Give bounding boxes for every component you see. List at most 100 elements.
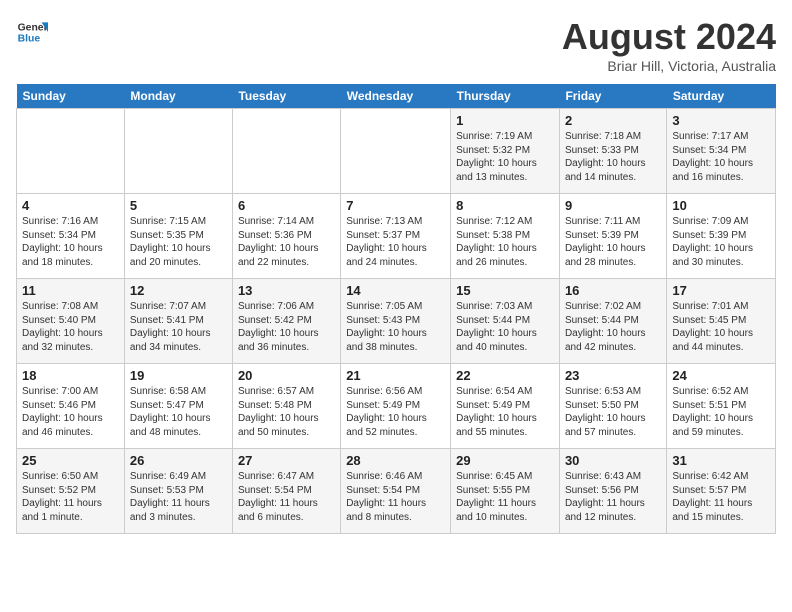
day-number: 20 bbox=[238, 368, 335, 383]
day-number: 26 bbox=[130, 453, 227, 468]
day-number: 25 bbox=[22, 453, 119, 468]
day-info: Sunrise: 6:58 AM Sunset: 5:47 PM Dayligh… bbox=[130, 385, 227, 439]
calendar-week-row: 4 Sunrise: 7:16 AM Sunset: 5:34 PM Daylig… bbox=[17, 194, 776, 279]
logo-icon: General Blue bbox=[16, 16, 48, 48]
weekday-header-friday: Friday bbox=[559, 84, 666, 109]
calendar-cell: 20 Sunrise: 6:57 AM Sunset: 5:48 PM Dayli… bbox=[232, 364, 340, 449]
day-info: Sunrise: 7:06 AM Sunset: 5:42 PM Dayligh… bbox=[238, 300, 335, 354]
day-number: 17 bbox=[672, 283, 770, 298]
weekday-header-tuesday: Tuesday bbox=[232, 84, 340, 109]
day-number: 24 bbox=[672, 368, 770, 383]
calendar-cell: 25Sunrise: 6:50 AM Sunset: 5:52 PM Dayli… bbox=[17, 449, 125, 534]
day-number: 15 bbox=[456, 283, 554, 298]
calendar-cell: 24 Sunrise: 6:52 AM Sunset: 5:51 PM Dayli… bbox=[667, 364, 776, 449]
calendar-cell: 4 Sunrise: 7:16 AM Sunset: 5:34 PM Daylig… bbox=[17, 194, 125, 279]
calendar-cell: 15 Sunrise: 7:03 AM Sunset: 5:44 PM Dayli… bbox=[451, 279, 560, 364]
month-title: August 2024 bbox=[562, 16, 776, 58]
day-number: 14 bbox=[346, 283, 445, 298]
day-info: Sunrise: 7:05 AM Sunset: 5:43 PM Dayligh… bbox=[346, 300, 445, 354]
day-number: 9 bbox=[565, 198, 661, 213]
weekday-header-monday: Monday bbox=[124, 84, 232, 109]
calendar-cell: 11 Sunrise: 7:08 AM Sunset: 5:40 PM Dayli… bbox=[17, 279, 125, 364]
page-header: General Blue August 2024 Briar Hill, Vic… bbox=[16, 16, 776, 74]
calendar-cell: 13 Sunrise: 7:06 AM Sunset: 5:42 PM Dayli… bbox=[232, 279, 340, 364]
title-block: August 2024 Briar Hill, Victoria, Austra… bbox=[562, 16, 776, 74]
day-number: 1 bbox=[456, 113, 554, 128]
calendar-cell: 18 Sunrise: 7:00 AM Sunset: 5:46 PM Dayli… bbox=[17, 364, 125, 449]
calendar-cell: 28 Sunrise: 6:46 AM Sunset: 5:54 PM Dayli… bbox=[341, 449, 451, 534]
day-number: 23 bbox=[565, 368, 661, 383]
day-info: Sunrise: 6:53 AM Sunset: 5:50 PM Dayligh… bbox=[565, 385, 661, 439]
day-info: Sunrise: 7:09 AM Sunset: 5:39 PM Dayligh… bbox=[672, 215, 770, 269]
calendar-cell: 9 Sunrise: 7:11 AM Sunset: 5:39 PM Daylig… bbox=[559, 194, 666, 279]
weekday-header-saturday: Saturday bbox=[667, 84, 776, 109]
day-info: Sunrise: 7:02 AM Sunset: 5:44 PM Dayligh… bbox=[565, 300, 661, 354]
day-info: Sunrise: 7:08 AM Sunset: 5:40 PM Dayligh… bbox=[22, 300, 119, 354]
calendar-cell: 10 Sunrise: 7:09 AM Sunset: 5:39 PM Dayli… bbox=[667, 194, 776, 279]
day-info: Sunrise: 7:16 AM Sunset: 5:34 PM Dayligh… bbox=[22, 215, 119, 269]
weekday-header-wednesday: Wednesday bbox=[341, 84, 451, 109]
calendar-cell: 5Sunrise: 7:15 AM Sunset: 5:35 PM Daylig… bbox=[124, 194, 232, 279]
day-info: Sunrise: 6:47 AM Sunset: 5:54 PM Dayligh… bbox=[238, 470, 335, 524]
day-info: Sunrise: 7:03 AM Sunset: 5:44 PM Dayligh… bbox=[456, 300, 554, 354]
day-info: Sunrise: 7:15 AM Sunset: 5:35 PM Dayligh… bbox=[130, 215, 227, 269]
day-number: 21 bbox=[346, 368, 445, 383]
day-info: Sunrise: 7:01 AM Sunset: 5:45 PM Dayligh… bbox=[672, 300, 770, 354]
calendar-cell bbox=[124, 109, 232, 194]
day-info: Sunrise: 7:17 AM Sunset: 5:34 PM Dayligh… bbox=[672, 130, 770, 184]
calendar-cell: 12Sunrise: 7:07 AM Sunset: 5:41 PM Dayli… bbox=[124, 279, 232, 364]
day-number: 2 bbox=[565, 113, 661, 128]
day-info: Sunrise: 6:46 AM Sunset: 5:54 PM Dayligh… bbox=[346, 470, 445, 524]
day-info: Sunrise: 6:54 AM Sunset: 5:49 PM Dayligh… bbox=[456, 385, 554, 439]
calendar-cell: 19 Sunrise: 6:58 AM Sunset: 5:47 PM Dayli… bbox=[124, 364, 232, 449]
day-info: Sunrise: 7:14 AM Sunset: 5:36 PM Dayligh… bbox=[238, 215, 335, 269]
day-info: Sunrise: 7:12 AM Sunset: 5:38 PM Dayligh… bbox=[456, 215, 554, 269]
calendar-cell: 16 Sunrise: 7:02 AM Sunset: 5:44 PM Dayli… bbox=[559, 279, 666, 364]
day-info: Sunrise: 6:57 AM Sunset: 5:48 PM Dayligh… bbox=[238, 385, 335, 439]
day-number: 31 bbox=[672, 453, 770, 468]
day-number: 4 bbox=[22, 198, 119, 213]
day-info: Sunrise: 6:43 AM Sunset: 5:56 PM Dayligh… bbox=[565, 470, 661, 524]
calendar-cell: 29 Sunrise: 6:45 AM Sunset: 5:55 PM Dayli… bbox=[451, 449, 560, 534]
calendar-cell: 27Sunrise: 6:47 AM Sunset: 5:54 PM Dayli… bbox=[232, 449, 340, 534]
day-info: Sunrise: 7:07 AM Sunset: 5:41 PM Dayligh… bbox=[130, 300, 227, 354]
day-number: 6 bbox=[238, 198, 335, 213]
calendar-week-row: 11 Sunrise: 7:08 AM Sunset: 5:40 PM Dayli… bbox=[17, 279, 776, 364]
day-number: 19 bbox=[130, 368, 227, 383]
calendar-cell: 1 Sunrise: 7:19 AM Sunset: 5:32 PM Daylig… bbox=[451, 109, 560, 194]
calendar-cell: 30 Sunrise: 6:43 AM Sunset: 5:56 PM Dayli… bbox=[559, 449, 666, 534]
logo: General Blue bbox=[16, 16, 48, 48]
calendar-cell bbox=[232, 109, 340, 194]
calendar-cell: 14 Sunrise: 7:05 AM Sunset: 5:43 PM Dayli… bbox=[341, 279, 451, 364]
day-number: 29 bbox=[456, 453, 554, 468]
day-number: 13 bbox=[238, 283, 335, 298]
day-number: 30 bbox=[565, 453, 661, 468]
calendar-week-row: 25Sunrise: 6:50 AM Sunset: 5:52 PM Dayli… bbox=[17, 449, 776, 534]
day-info: Sunrise: 7:00 AM Sunset: 5:46 PM Dayligh… bbox=[22, 385, 119, 439]
day-number: 10 bbox=[672, 198, 770, 213]
calendar-cell: 2Sunrise: 7:18 AM Sunset: 5:33 PM Daylig… bbox=[559, 109, 666, 194]
svg-text:Blue: Blue bbox=[18, 34, 41, 45]
day-number: 3 bbox=[672, 113, 770, 128]
calendar-cell: 21Sunrise: 6:56 AM Sunset: 5:49 PM Dayli… bbox=[341, 364, 451, 449]
calendar-cell: 7Sunrise: 7:13 AM Sunset: 5:37 PM Daylig… bbox=[341, 194, 451, 279]
weekday-header-sunday: Sunday bbox=[17, 84, 125, 109]
day-info: Sunrise: 6:42 AM Sunset: 5:57 PM Dayligh… bbox=[672, 470, 770, 524]
calendar-cell: 6 Sunrise: 7:14 AM Sunset: 5:36 PM Daylig… bbox=[232, 194, 340, 279]
day-number: 11 bbox=[22, 283, 119, 298]
day-number: 28 bbox=[346, 453, 445, 468]
day-info: Sunrise: 7:11 AM Sunset: 5:39 PM Dayligh… bbox=[565, 215, 661, 269]
day-info: Sunrise: 7:19 AM Sunset: 5:32 PM Dayligh… bbox=[456, 130, 554, 184]
day-info: Sunrise: 6:45 AM Sunset: 5:55 PM Dayligh… bbox=[456, 470, 554, 524]
day-number: 16 bbox=[565, 283, 661, 298]
day-number: 8 bbox=[456, 198, 554, 213]
calendar-cell: 23 Sunrise: 6:53 AM Sunset: 5:50 PM Dayli… bbox=[559, 364, 666, 449]
calendar-table: SundayMondayTuesdayWednesdayThursdayFrid… bbox=[16, 84, 776, 534]
day-info: Sunrise: 6:52 AM Sunset: 5:51 PM Dayligh… bbox=[672, 385, 770, 439]
weekday-header-row: SundayMondayTuesdayWednesdayThursdayFrid… bbox=[17, 84, 776, 109]
weekday-header-thursday: Thursday bbox=[451, 84, 560, 109]
day-number: 18 bbox=[22, 368, 119, 383]
calendar-week-row: 18 Sunrise: 7:00 AM Sunset: 5:46 PM Dayli… bbox=[17, 364, 776, 449]
calendar-cell: 17 Sunrise: 7:01 AM Sunset: 5:45 PM Dayli… bbox=[667, 279, 776, 364]
calendar-cell: 26Sunrise: 6:49 AM Sunset: 5:53 PM Dayli… bbox=[124, 449, 232, 534]
